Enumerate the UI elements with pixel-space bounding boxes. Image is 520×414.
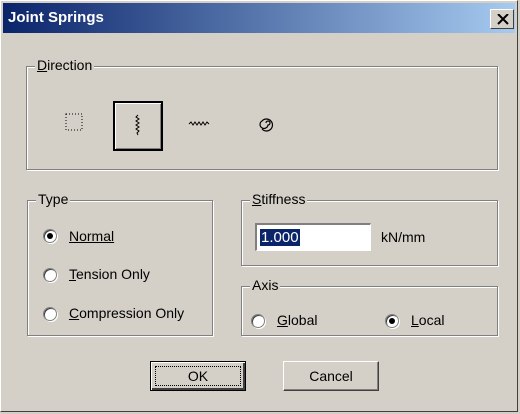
type-compression-only-label[interactable]: Compression Only [69,305,184,321]
window-title: Joint Springs [8,9,104,26]
type-normal-label[interactable]: Normal [69,228,114,244]
direction-vertical-button[interactable] [113,101,163,151]
close-button[interactable] [490,9,514,29]
dialog-window: Joint Springs Direction Type Normal Tens… [0,0,518,412]
stiffness-unit: kN/mm [381,229,426,245]
direction-rotational-button[interactable] [245,102,287,144]
type-tension-only-radio[interactable] [43,268,57,282]
axis-global-radio[interactable] [251,314,265,328]
ok-button[interactable]: OK [150,361,246,391]
title-bar[interactable]: Joint Springs [3,3,515,33]
type-label: Type [36,191,71,207]
direction-none-button[interactable] [54,102,96,144]
radio-selected-dot [47,233,53,239]
ok-button-label: OK [187,368,209,384]
vertical-spring-icon [135,114,140,136]
rotational-spring-icon [259,118,273,132]
cancel-button[interactable]: Cancel [283,361,379,391]
type-normal-radio[interactable] [43,229,57,243]
close-icon [497,14,509,25]
type-compression-only-radio[interactable] [43,307,57,321]
translational-none-icon [65,113,83,131]
axis-label: Axis [250,277,281,293]
axis-global-label[interactable]: Global [277,312,317,328]
stiffness-input[interactable]: 1.000 [255,223,371,251]
horizontal-spring-icon [188,121,210,126]
axis-local-radio[interactable] [385,314,399,328]
stiffness-label: Stiffness [250,191,308,207]
cancel-button-label: Cancel [309,368,353,384]
direction-label: Direction [35,57,95,73]
stiffness-value: 1.000 [260,229,300,246]
axis-group: Axis [241,277,498,336]
type-tension-only-label[interactable]: Tension Only [69,266,150,282]
radio-selected-dot [389,318,395,324]
direction-horizontal-button[interactable] [179,102,221,144]
axis-local-label[interactable]: Local [411,312,444,328]
